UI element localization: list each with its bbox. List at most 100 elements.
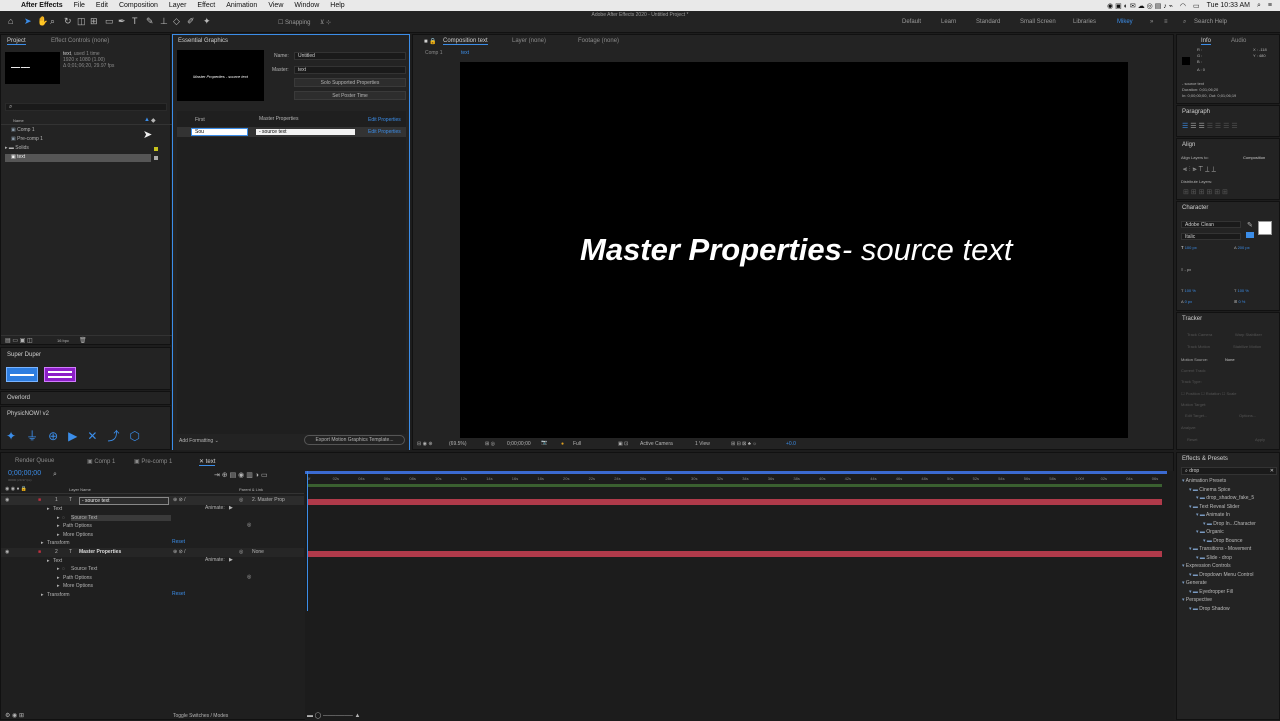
paragraph-align-icons[interactable]: ☰ ☰ ☰ ☰ ☰ ☰ ☰ (1182, 122, 1238, 130)
menu-view[interactable]: View (268, 2, 283, 9)
effects-tree-item[interactable]: ▾ ▬ Slide - drop (1196, 555, 1232, 561)
effects-tree-item[interactable]: ▾ Perspective (1182, 597, 1212, 603)
vertical-scale-field[interactable]: T 100 % (1181, 288, 1196, 293)
twirl-icon[interactable]: ▸ (57, 566, 60, 572)
warp-stabilizer-button[interactable]: Warp Stabilizer (1235, 332, 1262, 337)
eyedropper-icon[interactable]: ✎ (1247, 221, 1253, 229)
leading-field[interactable]: A 200 px (1234, 245, 1250, 250)
menu-layer[interactable]: Layer (169, 2, 187, 9)
timeline-property-row[interactable]: ▸ Text Animate: ▶ (1, 557, 304, 566)
av-switch-icons[interactable]: ◉ ◉ ● 🔒 (5, 486, 27, 492)
track-motion-button[interactable]: Track Motion (1187, 344, 1210, 349)
parent-dropdown[interactable]: 2. Master Prop (252, 497, 285, 503)
project-item-comp1[interactable]: ▣ Comp 1 (11, 127, 161, 133)
layer-name[interactable]: Master Properties (79, 549, 121, 555)
twirl-icon[interactable]: ▸ (47, 506, 50, 512)
color-icon[interactable]: ● (561, 441, 564, 447)
lock-icon[interactable]: ■ 🔒 (424, 38, 437, 45)
workspace-default[interactable]: Default (902, 19, 921, 25)
eg-edit-properties-link[interactable]: Edit Properties (368, 117, 401, 123)
super-duper-multi-slider-button[interactable] (44, 367, 76, 382)
tab-precomp1[interactable]: ▣ Pre-comp 1 (134, 458, 172, 465)
workspace-mikey[interactable]: Mikey (1117, 19, 1133, 25)
label-swatch[interactable] (154, 147, 158, 151)
pan-behind-tool-icon[interactable]: ⊞ (90, 16, 98, 27)
tracker-checkboxes[interactable]: ☐ Position ☐ Rotation ☐ Scale (1181, 391, 1236, 396)
timeline-property-row[interactable]: ▸ Path Options ◎ (1, 574, 304, 583)
layer-name[interactable]: - source text (79, 497, 169, 505)
timeline-footer-icons[interactable]: ⚙ ◉ ⊞ (5, 712, 24, 719)
timeline-search-icon[interactable]: ⌕ (53, 471, 57, 479)
twirl-icon[interactable]: ▸ (47, 558, 50, 564)
animate-menu[interactable]: Animate: (205, 505, 225, 511)
snapping-checkbox[interactable]: ☐ Snapping (278, 19, 310, 26)
eg-solo-button[interactable]: Solo Supported Properties (294, 78, 406, 87)
layer-1-bar[interactable] (307, 499, 1162, 505)
effects-tree-item[interactable]: ▾ ▬ Drop Bounce (1203, 538, 1242, 544)
menu-help[interactable]: Help (330, 2, 344, 9)
twirl-icon[interactable]: ▸ (57, 515, 60, 521)
work-area-bar[interactable] (305, 471, 1167, 474)
rotate-tool-icon[interactable]: ↻ (64, 16, 72, 27)
eg-add-formatting[interactable]: Add Formatting ⌄ (179, 438, 219, 444)
playhead[interactable] (307, 471, 308, 611)
tab-text[interactable]: ✕ text (199, 458, 216, 466)
visibility-icon[interactable]: ◉ (5, 549, 9, 555)
sort-icon[interactable]: ▲ (144, 117, 150, 123)
selection-tool-icon[interactable]: ➤ (24, 16, 32, 27)
bpc-label[interactable]: 16 bpc (57, 338, 69, 343)
effects-tree-item[interactable]: ▾ ▬ Eyedropper Fill (1189, 589, 1233, 595)
timeline-layer-row[interactable]: ◉ ■ 2 T Master Properties ⊕ ⊘ / ◎ None (1, 547, 304, 557)
view-options-icons[interactable]: ⊞ ⊟ ⊠ ♣ ☼ (731, 441, 757, 447)
edit-target-button[interactable]: Edit Target... (1185, 413, 1207, 418)
stopwatch-icon[interactable]: ◌ (62, 515, 65, 521)
reset-link[interactable]: Reset (172, 591, 185, 597)
project-item-precomp1[interactable]: ▣ Pre-comp 1 (11, 136, 161, 142)
eg-export-button[interactable]: Export Motion Graphics Template... (304, 435, 405, 445)
effects-tree-item[interactable]: ▾ ▬ Cinema Spice (1189, 487, 1230, 493)
visibility-icon[interactable]: ◉ (5, 497, 9, 503)
eraser-tool-icon[interactable]: ◇ (173, 16, 180, 27)
stroke-color-swatch[interactable] (1246, 232, 1254, 238)
resolution-dropdown[interactable]: Full (573, 441, 581, 447)
timeline-layer-row[interactable]: ◉ ■ 1 T - source text ⊕ ⊘ / ◎ 2. Master Prop (1, 496, 304, 505)
clock[interactable]: Tue 10:33 AM (1207, 2, 1250, 9)
effects-tree-item[interactable]: ▾ ▬ Organic (1196, 529, 1224, 535)
label-color-swatch[interactable]: ■ (38, 549, 41, 555)
eg-name-field[interactable]: Untitled (294, 52, 406, 60)
effects-tree-item[interactable]: ▾ ▬ drop_shadow_fake_5 (1196, 495, 1254, 501)
stroke-width-field[interactable]: ≡ - px (1181, 267, 1191, 272)
effects-tree-item[interactable]: ▾ ▬ Drop In...Character (1203, 521, 1256, 527)
expression-icon[interactable]: ◎ (247, 574, 251, 580)
options-button[interactable]: Options... (1239, 413, 1256, 418)
home-icon[interactable]: ⌂ (8, 16, 13, 26)
tab-effect-controls[interactable]: Effect Controls (none) (51, 38, 109, 44)
tsume-field[interactable]: ⊞ 0 % (1234, 299, 1245, 304)
tab-composition[interactable]: Composition text (443, 38, 488, 45)
wifi-icon[interactable]: ◠ (1180, 2, 1186, 10)
effects-tree-item[interactable]: ▾ ▬ Animate In (1196, 512, 1230, 518)
camera-tool-icon[interactable]: ◫ (77, 16, 86, 27)
workspace-menu-icon[interactable]: ≡ (1164, 19, 1168, 25)
twirl-icon[interactable]: ▸ (57, 575, 60, 581)
stabilize-motion-button[interactable]: Stabilize Motion (1233, 344, 1261, 349)
effects-tree-item[interactable]: ▾ Generate (1182, 580, 1207, 586)
analyze-label[interactable]: Analyze: (1181, 425, 1196, 430)
font-style-dropdown[interactable]: Italic (1181, 233, 1241, 240)
clone-tool-icon[interactable]: ⊥ (160, 16, 168, 27)
tab-layer[interactable]: Layer (none) (512, 38, 546, 44)
project-search-input[interactable]: ⌕ (5, 103, 167, 111)
region-icon[interactable]: ▣ ⊡ (618, 441, 628, 447)
brush-tool-icon[interactable]: ✎ (146, 16, 154, 27)
animate-menu[interactable]: Animate: (205, 557, 225, 563)
status-icons[interactable]: ◉ ▣ ◐ ✉ ☁ ◎ ▤ ♪ ⌁ (1107, 2, 1173, 10)
timeline-property-row[interactable]: ▸ Transform Reset (1, 591, 304, 600)
reset-link[interactable]: Reset (172, 539, 185, 545)
effects-search-input[interactable]: ⌕ drop ✕ (1181, 467, 1277, 475)
workspace-libraries[interactable]: Libraries (1073, 19, 1096, 25)
effects-tree-item[interactable]: ▾ ▬ Dropdown Menu Control (1189, 572, 1254, 578)
label-swatch[interactable] (154, 156, 158, 160)
pen-tool-icon[interactable]: ✒ (118, 16, 126, 27)
label-color-swatch[interactable]: ■ (38, 497, 41, 503)
tab-audio[interactable]: Audio (1231, 38, 1246, 44)
